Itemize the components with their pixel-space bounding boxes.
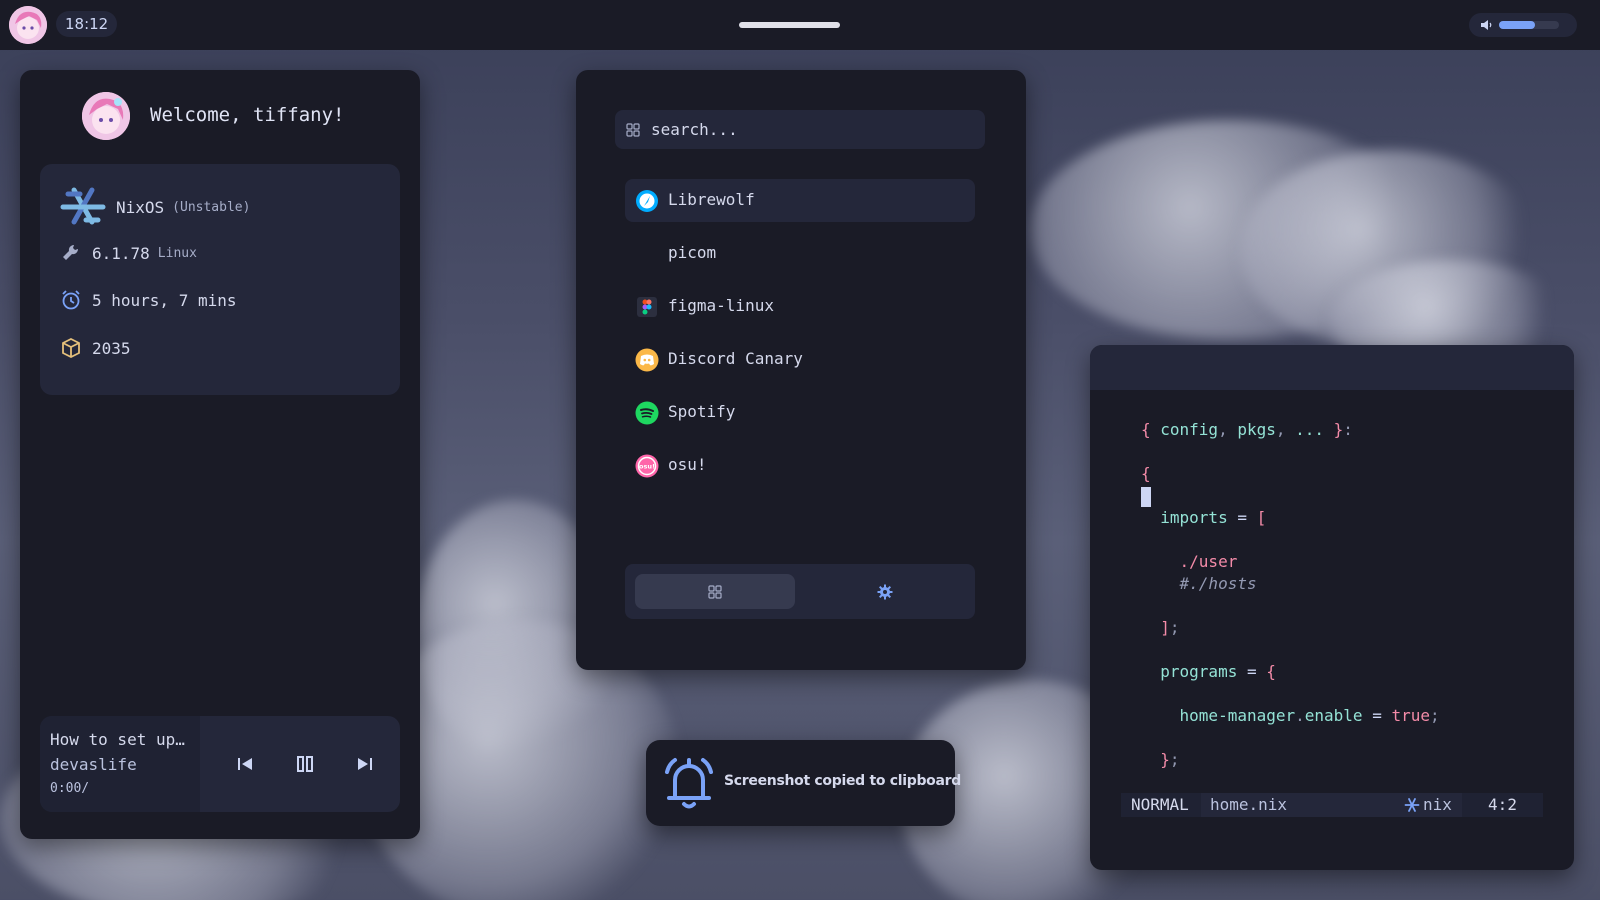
apps-tab-button[interactable] xyxy=(635,574,795,609)
os-row: NixOS (Unstable) xyxy=(60,186,250,228)
app-label: Spotify xyxy=(668,402,736,421)
app-item-spotify[interactable]: Spotify xyxy=(625,391,975,434)
grid-icon xyxy=(626,123,640,137)
track-title: How to set up… xyxy=(50,730,185,749)
workspace-indicator[interactable] xyxy=(739,22,840,28)
launcher-bottom-bar xyxy=(625,564,975,619)
notification-text: Screenshot copied to clipboard xyxy=(724,773,961,789)
search-input[interactable] xyxy=(651,110,971,149)
code-area[interactable]: { config, pkgs, ... }: { imports = [ ./u… xyxy=(1141,419,1440,771)
osu-icon: osu! xyxy=(635,454,659,478)
next-track-icon[interactable] xyxy=(354,753,376,775)
app-item-osu[interactable]: osu! osu! xyxy=(625,444,975,487)
code-editor: { config, pkgs, ... }: { imports = [ ./u… xyxy=(1090,345,1574,870)
wrench-icon xyxy=(63,244,79,260)
nix-snowflake-icon xyxy=(1404,798,1420,812)
os-channel: (Unstable) xyxy=(172,199,251,215)
grid-icon xyxy=(708,585,722,599)
avatar-image xyxy=(82,92,130,140)
code-line: home-manager.enable = true; xyxy=(1179,706,1440,725)
track-time: 0:00/ xyxy=(50,781,90,796)
app-label: figma-linux xyxy=(668,296,774,315)
code-line: ./user xyxy=(1179,552,1238,571)
app-label: Discord Canary xyxy=(668,349,803,368)
app-label: osu! xyxy=(668,455,707,474)
volume-fill xyxy=(1499,21,1535,29)
app-label: picom xyxy=(668,243,717,262)
file-type-label: nix xyxy=(1423,795,1452,814)
music-info: How to set up… devaslife 0:00/ xyxy=(40,716,200,812)
avatar xyxy=(82,92,130,140)
pause-icon[interactable] xyxy=(294,753,316,775)
alarm-clock-icon xyxy=(62,290,80,310)
kernel-row: 6.1.78 Linux xyxy=(60,242,197,264)
track-artist: devaslife xyxy=(50,755,137,774)
app-item-discord-canary[interactable]: Discord Canary xyxy=(625,338,975,381)
editor-titlebar xyxy=(1090,345,1574,390)
file-name: home.nix xyxy=(1210,795,1288,814)
kernel-label: Linux xyxy=(157,245,197,261)
gear-icon xyxy=(877,584,893,600)
app-launcher: Librewolf picom figma-linux Discord Cana… xyxy=(576,70,1026,670)
file-type: nix xyxy=(1404,793,1452,817)
text-cursor xyxy=(1141,486,1151,507)
code-line: imports = [ xyxy=(1160,508,1267,527)
volume-slider[interactable] xyxy=(1499,21,1559,29)
packages-row: 2035 xyxy=(60,337,131,359)
code-line: ]; xyxy=(1160,618,1180,637)
uptime-row: 5 hours, 7 mins xyxy=(60,289,237,311)
app-item-picom[interactable]: picom xyxy=(625,232,975,275)
clock[interactable]: 18:12 xyxy=(56,11,118,37)
spotify-icon xyxy=(635,401,659,425)
code-line: programs = { xyxy=(1160,662,1276,681)
avatar-image xyxy=(9,6,47,44)
search-bar[interactable] xyxy=(615,110,985,149)
librewolf-icon xyxy=(636,190,658,212)
previous-track-icon[interactable] xyxy=(234,753,256,775)
top-bar: 18:12 xyxy=(0,0,1600,50)
avatar[interactable] xyxy=(9,6,47,44)
figma-icon xyxy=(637,297,657,317)
code-line: #./hosts xyxy=(1179,574,1257,593)
svg-text:osu!: osu! xyxy=(639,463,655,471)
music-player: How to set up… devaslife 0:00/ xyxy=(40,716,400,812)
kernel-version: 6.1.78 xyxy=(92,243,150,263)
discord-icon xyxy=(635,348,659,372)
package-icon xyxy=(62,337,80,359)
status-line: NORMAL home.nix nix 4:2 xyxy=(1121,793,1543,817)
nixos-icon xyxy=(60,187,106,225)
uptime: 5 hours, 7 mins xyxy=(92,290,237,310)
speaker-icon xyxy=(1481,20,1492,30)
settings-tab-button[interactable] xyxy=(865,574,905,609)
code-line: { xyxy=(1141,464,1151,483)
dashboard-panel: Welcome, tiffany! NixOS (Unstable) 6.1.7… xyxy=(20,70,420,839)
app-item-figma-linux[interactable]: figma-linux xyxy=(625,285,975,328)
package-count: 2035 xyxy=(92,338,131,358)
app-label: Librewolf xyxy=(668,190,755,209)
notification-toast[interactable]: Screenshot copied to clipboard xyxy=(646,740,961,826)
vim-mode: NORMAL xyxy=(1121,793,1201,817)
bell-icon xyxy=(665,758,713,809)
volume-control[interactable] xyxy=(1469,13,1577,37)
system-info-card: NixOS (Unstable) 6.1.78 Linux 5 hours, 7… xyxy=(40,164,400,395)
code-line: { config, pkgs, ... }: xyxy=(1141,420,1353,439)
welcome-text: Welcome, tiffany! xyxy=(150,104,345,126)
app-item-librewolf[interactable]: Librewolf xyxy=(625,179,975,222)
code-line: }; xyxy=(1160,750,1180,769)
cursor-position: 4:2 xyxy=(1462,793,1543,817)
os-name: NixOS xyxy=(116,197,165,217)
